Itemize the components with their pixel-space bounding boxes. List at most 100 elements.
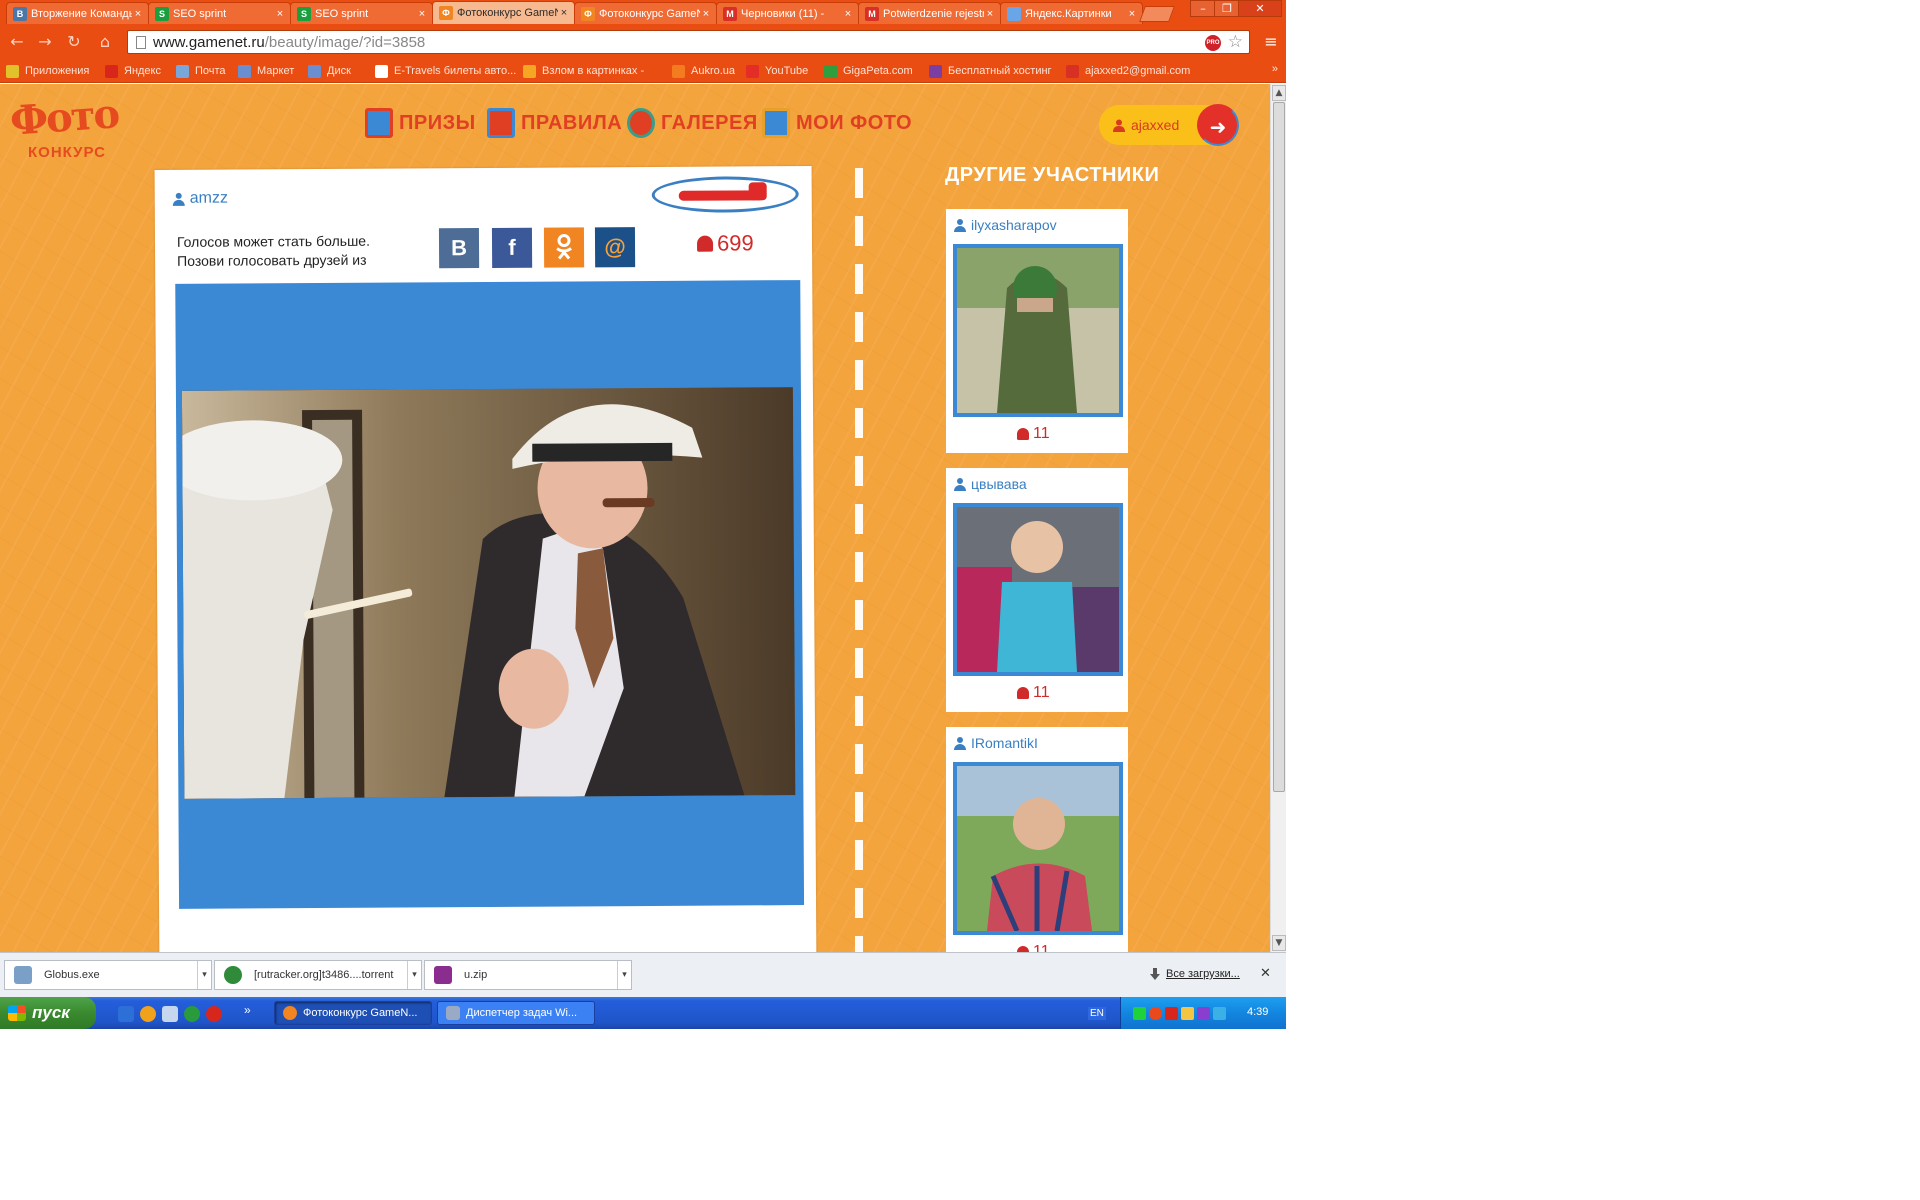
share-mailru-button[interactable]: @ [594, 227, 636, 268]
vertical-scrollbar[interactable]: ▲ ▼ [1270, 84, 1286, 952]
participant-photo[interactable] [953, 244, 1123, 417]
participant-user[interactable]: ilyxasharapov [954, 217, 1057, 233]
photo-author[interactable]: amzz [173, 190, 228, 208]
participant-photo[interactable] [953, 762, 1123, 935]
address-bar[interactable]: www.gamenet.ru/beauty/image/?id=3858 PRO… [127, 30, 1250, 54]
volume-icon[interactable] [1181, 1007, 1194, 1020]
bookmark-item[interactable]: Бесплатный хостинг [929, 63, 1052, 79]
bookmark-item[interactable]: Диск [308, 63, 351, 79]
back-button[interactable]: ← [6, 32, 28, 52]
tab-close-icon[interactable]: × [842, 8, 854, 20]
user-name[interactable]: ajaxxed [1131, 117, 1179, 133]
participant-user[interactable]: цвывава [954, 476, 1027, 492]
tab-close-icon[interactable]: × [132, 8, 144, 20]
scroll-up-arrow-icon[interactable]: ▲ [1272, 85, 1286, 101]
taskbar-window-taskmgr[interactable]: Диспетчер задач Wi... [437, 1001, 595, 1025]
download-item[interactable]: [rutracker.org]t3486....torrent ▾ [214, 960, 422, 990]
start-button[interactable]: пуск [0, 997, 96, 1029]
extension-pro-icon[interactable]: PRO [1205, 35, 1221, 51]
quicklaunch-more-icon[interactable]: » [244, 1003, 251, 1017]
logout-button[interactable]: ➜ [1197, 104, 1239, 146]
scroll-thumb[interactable] [1273, 102, 1285, 792]
all-downloads-link[interactable]: Все загрузки... [1150, 968, 1240, 980]
nav-my-photos[interactable]: МОИ ФОТО [762, 106, 912, 140]
bookmark-item[interactable]: ajaxxed2@gmail.com [1066, 63, 1190, 79]
close-downloads-button[interactable]: ✕ [1260, 966, 1271, 981]
bookmark-item[interactable]: GigaPeta.com [824, 63, 913, 79]
bookmark-item[interactable]: Aukro.ua [672, 63, 735, 79]
participant-card[interactable]: ilyxasharapov 11 [946, 209, 1128, 453]
browser-tab[interactable]: M Черновики (11) - × [716, 2, 859, 24]
bookmark-item[interactable]: YouTube [746, 63, 808, 79]
antivirus-icon[interactable] [1149, 1007, 1162, 1020]
browser-tab[interactable]: B Вторжение Команды × [6, 2, 149, 24]
bookmark-item[interactable]: Маркет [238, 63, 294, 79]
nav-prizes[interactable]: ПРИЗЫ [365, 106, 476, 140]
site-logo[interactable]: Фото КОНКУРС [8, 90, 125, 166]
opera-icon[interactable] [206, 1006, 222, 1022]
new-tab-button[interactable] [1139, 6, 1175, 22]
nav-rules[interactable]: ПРАВИЛА [487, 106, 622, 140]
ie-icon[interactable] [118, 1006, 134, 1022]
share-vk-button[interactable]: B [438, 228, 480, 269]
browser-tab[interactable]: S SEO sprint × [290, 2, 433, 24]
tab-close-icon[interactable]: × [1126, 8, 1138, 20]
home-button[interactable]: ⌂ [94, 32, 116, 52]
minimize-button[interactable]: – [1190, 0, 1216, 17]
browser-tab[interactable]: Яндекс.Картинки × [1000, 2, 1143, 24]
close-window-button[interactable]: ✕ [1238, 0, 1282, 17]
download-menu-arrow[interactable]: ▾ [617, 961, 631, 989]
reload-button[interactable]: ↻ [63, 32, 85, 52]
app-tray-icon[interactable] [1213, 1007, 1226, 1020]
participant-card[interactable]: IRomantikI 11 [946, 727, 1128, 952]
participant-name[interactable]: ilyxasharapov [971, 217, 1057, 233]
scroll-down-arrow-icon[interactable]: ▼ [1272, 935, 1286, 951]
bookmark-item[interactable]: E-Travels билеты авто... [375, 63, 516, 79]
tab-close-icon[interactable]: × [274, 8, 286, 20]
desktop-icon[interactable] [162, 1006, 178, 1022]
participant-photo[interactable] [953, 503, 1123, 676]
user-panel[interactable]: ajaxxed ➜ [1099, 104, 1239, 146]
bookmark-star-icon[interactable]: ☆ [1228, 32, 1243, 52]
tab-close-icon[interactable]: × [416, 8, 428, 20]
bookmark-item[interactable]: Приложения [6, 63, 89, 79]
chrome-menu-icon[interactable]: ≡ [1262, 32, 1280, 52]
browser-tab[interactable]: M Potwierdzenie rejestracji× [858, 2, 1001, 24]
share-odnoklassniki-button[interactable] [543, 227, 585, 268]
download-item[interactable]: Globus.exe ▾ [4, 960, 212, 990]
clock[interactable]: 4:39 [1247, 1006, 1268, 1018]
browser-tab[interactable]: S SEO sprint × [148, 2, 291, 24]
tab-close-icon[interactable]: × [558, 7, 570, 19]
participant-name[interactable]: IRomantikI [971, 735, 1038, 751]
browser-tab[interactable]: Ф Фотоконкурс GameNet× [574, 2, 717, 24]
vote-button[interactable] [651, 176, 799, 213]
taskbar-window-chrome[interactable]: Фотоконкурс GameN... [274, 1001, 432, 1025]
app-tray-icon[interactable] [1197, 1007, 1210, 1020]
chrome-icon[interactable] [140, 1006, 156, 1022]
network-icon[interactable] [1133, 1007, 1146, 1020]
address-url[interactable]: www.gamenet.ru/beauty/image/?id=3858 [153, 34, 425, 51]
forward-button[interactable]: → [34, 32, 56, 52]
download-menu-arrow[interactable]: ▾ [407, 961, 421, 989]
tab-close-icon[interactable]: × [700, 8, 712, 20]
browser-tab[interactable]: Ф Фотоконкурс GameNet× [432, 1, 575, 24]
shield-icon[interactable] [1165, 1007, 1178, 1020]
bookmarks-more-button[interactable]: » [1272, 63, 1278, 75]
participant-user[interactable]: IRomantikI [954, 735, 1038, 751]
share-facebook-button[interactable]: f [491, 227, 533, 268]
participant-card[interactable]: цвывава 11 [946, 468, 1128, 712]
language-indicator[interactable]: EN [1088, 1007, 1106, 1020]
contest-photo[interactable] [181, 387, 796, 799]
download-item[interactable]: u.zip ▾ [424, 960, 632, 990]
participant-name[interactable]: цвывава [971, 476, 1027, 492]
bookmark-label: Бесплатный хостинг [948, 65, 1052, 77]
bookmark-item[interactable]: Взлом в картинках - [523, 63, 644, 79]
tab-close-icon[interactable]: × [984, 8, 996, 20]
utorrent-icon[interactable] [184, 1006, 200, 1022]
download-menu-arrow[interactable]: ▾ [197, 961, 211, 989]
nav-gallery[interactable]: ГАЛЕРЕЯ [627, 106, 758, 140]
restore-button[interactable]: ❐ [1214, 0, 1240, 17]
bookmark-item[interactable]: Почта [176, 63, 226, 79]
photo-author-name[interactable]: amzz [190, 190, 228, 208]
bookmark-item[interactable]: Яндекс [105, 63, 161, 79]
